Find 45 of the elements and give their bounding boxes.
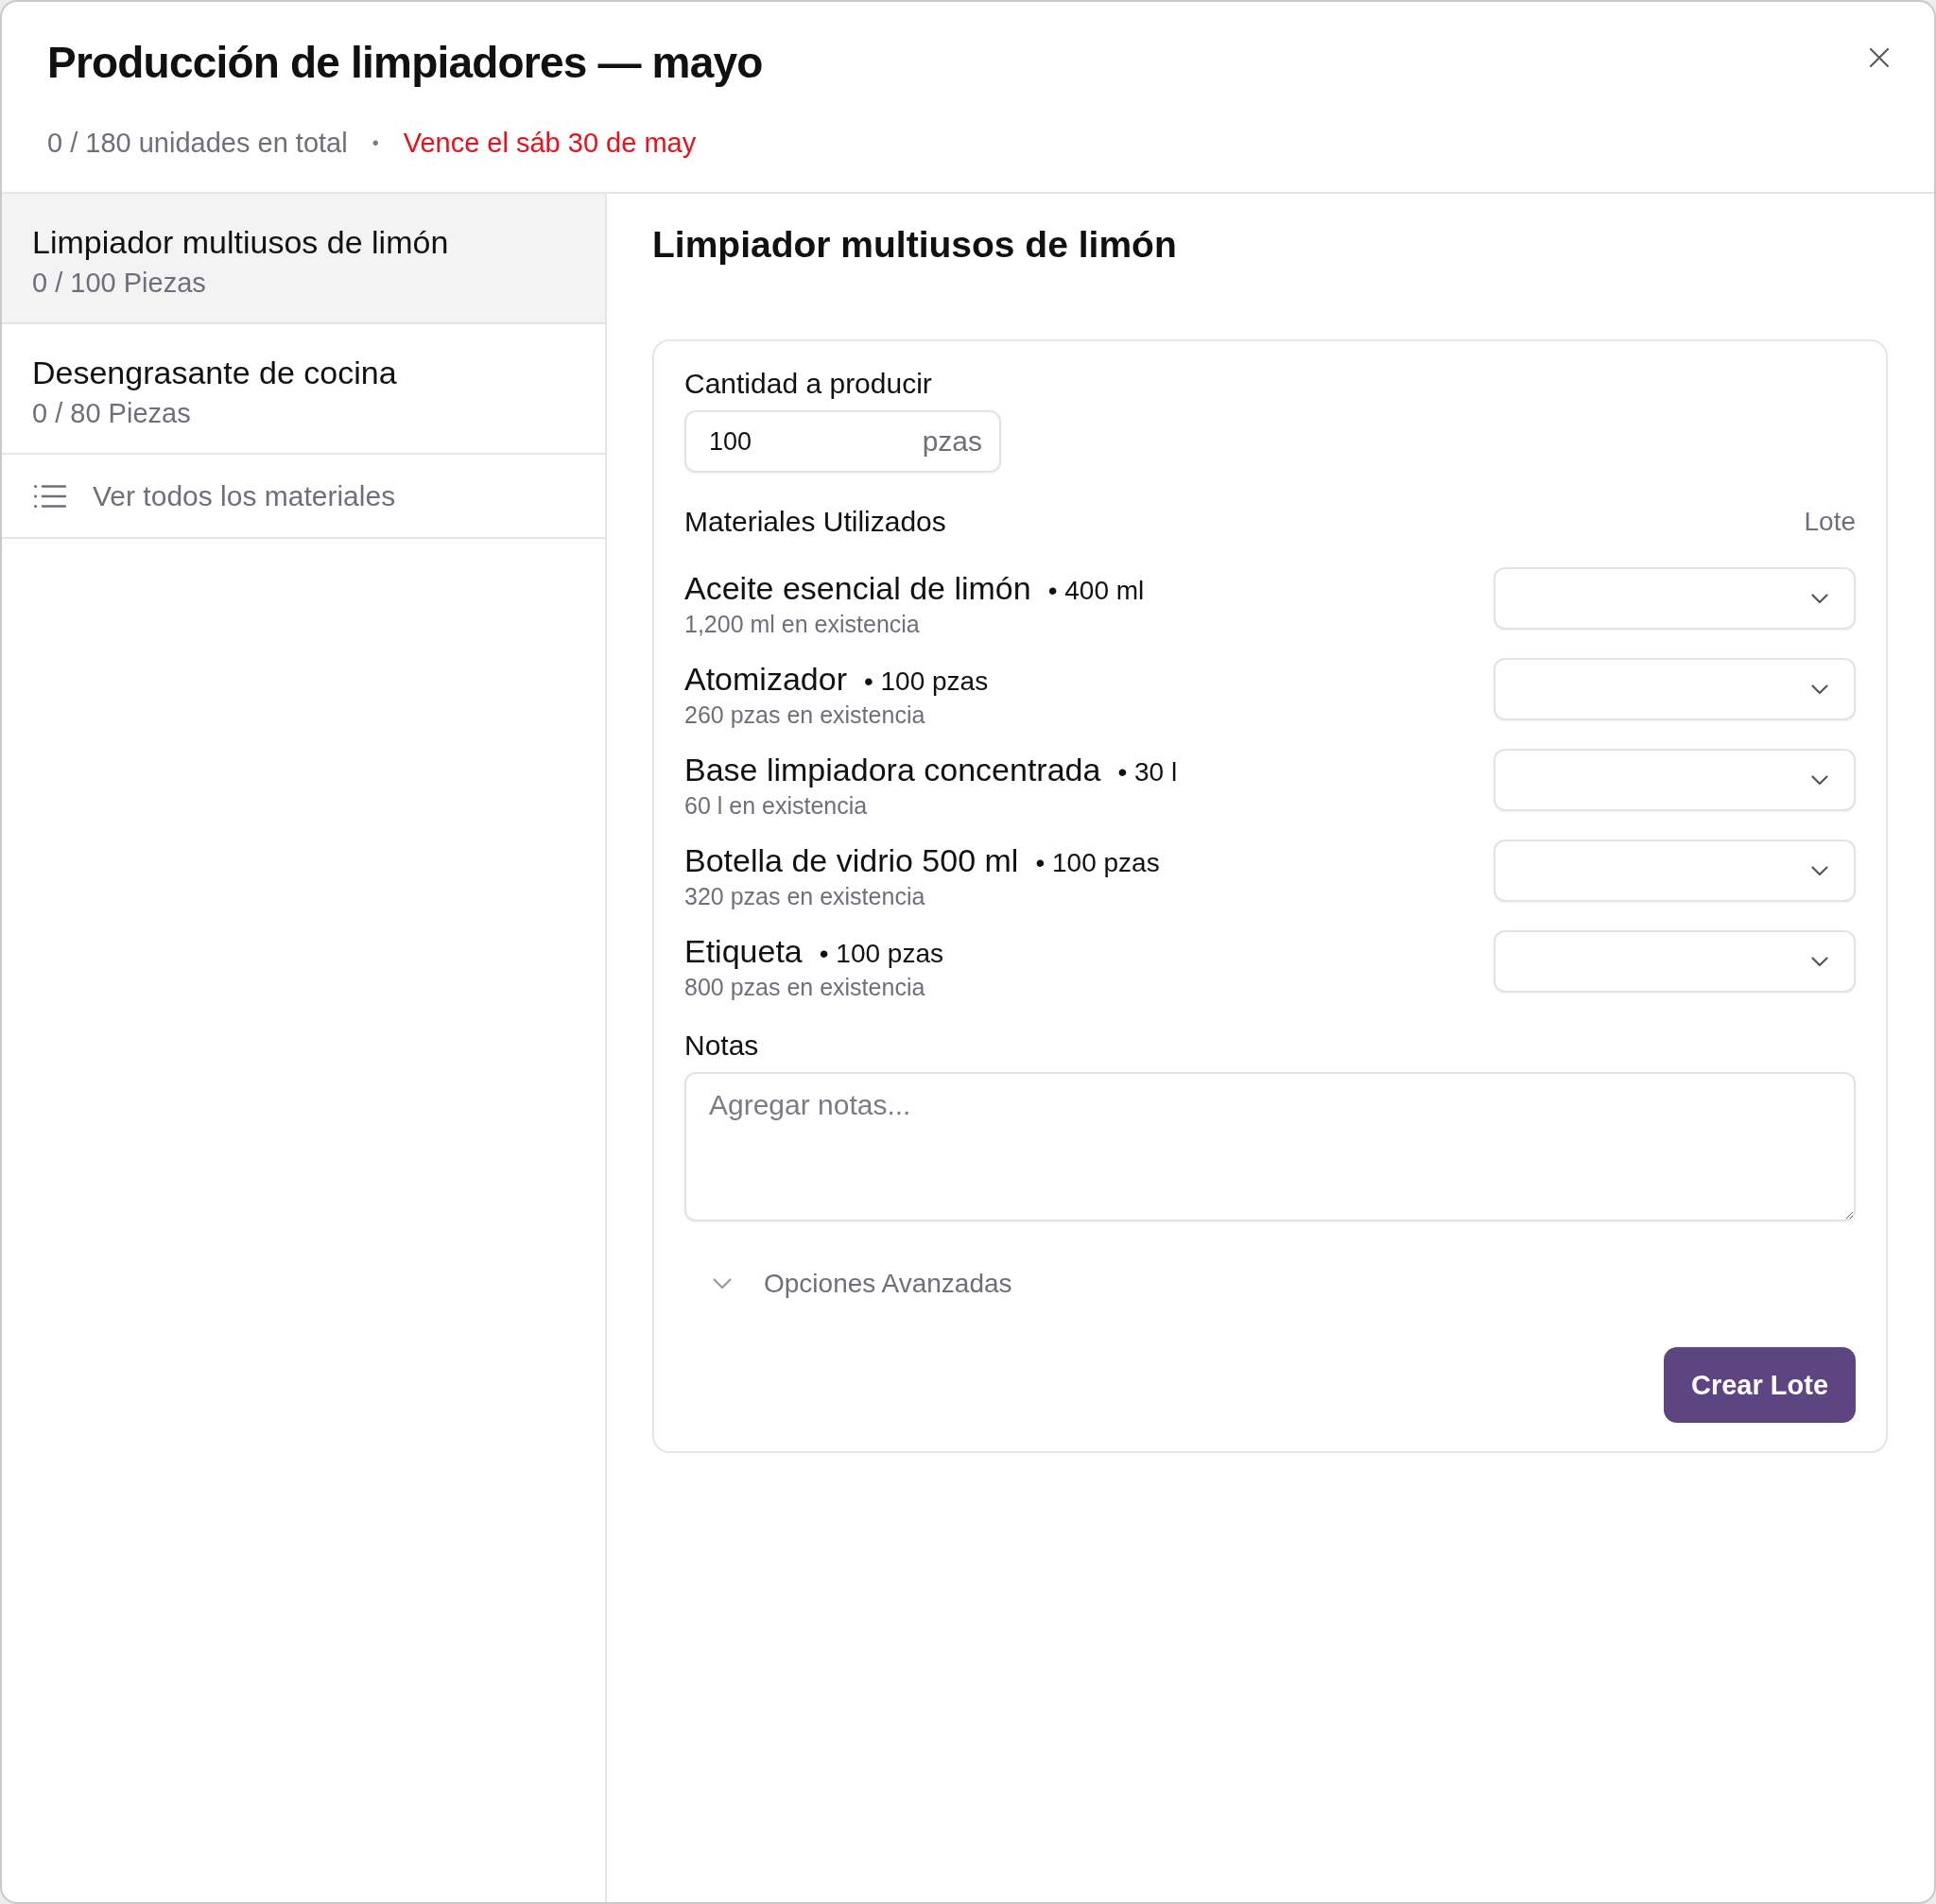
create-batch-button[interactable]: Crear Lote [1664, 1347, 1856, 1423]
list-icon [34, 483, 66, 509]
material-name: Etiqueta [684, 933, 803, 969]
lot-dropdown[interactable] [1494, 749, 1856, 811]
due-date: Vence el sáb 30 de may [403, 127, 697, 159]
quantity-label: Cantidad a producir [684, 368, 932, 400]
total-units: 0 / 180 unidades en total [47, 127, 348, 159]
chevron-down-icon [1811, 774, 1828, 786]
unit-suffix: pzas [922, 424, 982, 459]
material-name: Aceite esencial de limón [684, 570, 1031, 606]
material-stock: 60 l en existencia [684, 791, 868, 820]
material-amount: • 100 pzas [1035, 848, 1160, 878]
chevron-down-icon [1811, 865, 1828, 876]
product-progress: 0 / 100 Piezas [32, 267, 206, 300]
separator-dot: • [372, 131, 379, 155]
material-name: Atomizador [684, 661, 847, 697]
material-amount: • 30 l [1117, 757, 1178, 788]
product-progress: 0 / 80 Piezas [32, 397, 191, 430]
close-icon [1870, 48, 1889, 67]
material-stock: 800 pzas en existencia [684, 973, 925, 1001]
product-name: Desengrasante de cocina [32, 355, 397, 390]
materials-label: Materiales Utilizados [684, 506, 946, 538]
sidebar-item[interactable]: Limpiador multiusos de limón 0 / 100 Piezas [2, 194, 605, 324]
lot-column-label: Lote [1804, 506, 1856, 538]
lot-dropdown[interactable] [1494, 930, 1856, 993]
chevron-down-icon [1811, 684, 1828, 695]
material-name: Botella de vidrio 500 ml [684, 842, 1019, 878]
advanced-options-toggle[interactable]: Opciones Avanzadas [684, 1265, 1012, 1303]
material-amount: • 400 ml [1047, 576, 1145, 606]
material-stock: 260 pzas en existencia [684, 701, 925, 729]
chevron-down-icon [1811, 956, 1828, 967]
notes-label: Notas [684, 1030, 759, 1062]
notes-field[interactable]: Agregar notas... [684, 1072, 1856, 1221]
lot-dropdown[interactable] [1494, 567, 1856, 630]
dialog-title: Producción de limpiadores — mayo [47, 38, 763, 87]
product-name: Limpiador multiusos de limón [32, 224, 449, 260]
product-heading: Limpiador multiusos de limón [652, 224, 1178, 266]
chevron-down-icon [1811, 593, 1828, 604]
material-stock: 320 pzas en existencia [684, 882, 925, 910]
material-stock: 1,200 ml en existencia [684, 610, 920, 638]
material-name: Base limpiadora concentrada [684, 752, 1101, 788]
material-amount: • 100 pzas [819, 939, 943, 969]
lot-dropdown[interactable] [1494, 658, 1856, 720]
material-amount: • 100 pzas [863, 666, 989, 697]
lot-dropdown[interactable] [1494, 839, 1856, 902]
